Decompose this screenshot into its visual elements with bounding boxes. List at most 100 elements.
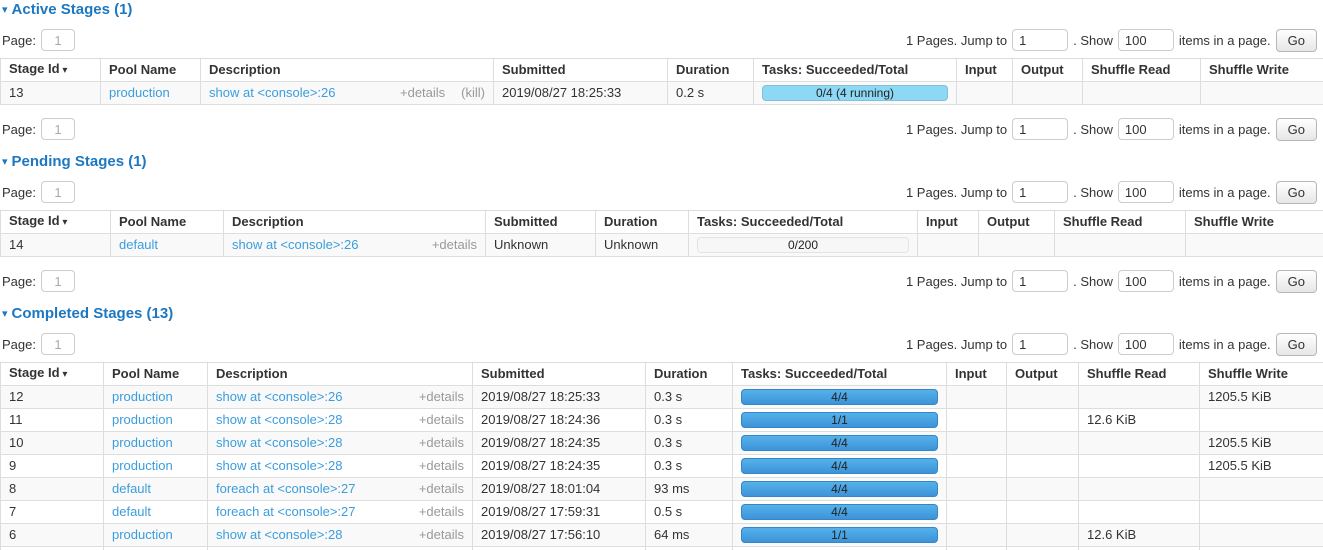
jump-to-page-input[interactable] [1012,333,1068,355]
stage-row: 11productionshow at <console>:28+details… [1,409,1323,432]
shuffle-read-cell [1079,478,1200,501]
pages-count-text: 1 Pages. Jump to [906,33,1007,48]
details-toggle[interactable]: +details [419,436,464,450]
stage-description-link[interactable]: show at <console>:26 [216,390,342,404]
stage-row: 10 production show at <console>:28 +details… [1,432,1323,455]
stage-id-cell: 8 [1,478,104,501]
submitted-cell: 2019/08/27 18:24:36 [473,409,646,432]
col-header-submitted: Submitted [486,211,596,234]
page-number-input[interactable] [41,181,75,203]
stage-description-link[interactable]: foreach at <console>:27 [216,505,356,519]
details-toggle[interactable]: +details [419,528,464,542]
stage-id-cell: 10 [1,432,104,455]
show-label: . Show [1073,274,1113,289]
sort-descending-icon: ▾ [60,65,68,76]
output-cell [1007,432,1079,455]
pool-name-link[interactable]: default [112,504,151,519]
col-header-input: Input [918,211,979,234]
jump-to-page-input[interactable] [1012,29,1068,51]
active-stages-table: Stage Id ▾Pool NameDescriptionSubmittedD… [0,58,1323,105]
page-label: Page: [2,337,36,352]
stage-description-link[interactable]: show at <console>:28 [216,436,342,450]
col-header-stage-id[interactable]: Stage Id ▾ [1,363,104,386]
pool-name-cell: default [104,478,208,501]
page-number-input[interactable] [41,270,75,292]
pool-name-cell: production [104,455,208,478]
col-header-shuffle-write: Shuffle Write [1201,59,1323,82]
pool-name-link[interactable]: production [112,412,173,427]
page-number-input[interactable] [41,333,75,355]
details-toggle[interactable]: +details [419,390,464,404]
go-button[interactable]: Go [1276,270,1317,293]
col-header-description: Description [201,59,494,82]
stage-row: 7defaultforeach at <console>:27+details2… [1,501,1323,524]
jump-to-page-input[interactable] [1012,181,1068,203]
tasks-progress-cell: 4/4 [733,455,947,478]
details-toggle[interactable]: +details [419,505,464,519]
col-header-stage-id[interactable]: Stage Id ▾ [1,59,101,82]
duration-cell: 93 ms [646,478,733,501]
show-items-input[interactable] [1118,29,1174,51]
pool-name-link[interactable]: default [112,481,151,496]
pool-name-link[interactable]: production [109,85,170,100]
output-cell [1007,524,1079,547]
shuffle-write-cell [1200,501,1323,524]
tasks-progress-cell: 4/4 [733,386,947,409]
col-header-stage-id[interactable]: Stage Id ▾ [1,211,111,234]
show-items-input[interactable] [1118,118,1174,140]
active-stages-collapse-header[interactable]: ▾Active Stages (1) [2,1,1323,18]
jump-to-page-input[interactable] [1012,270,1068,292]
completed-stages-collapse-header[interactable]: ▾Completed Stages (13) [2,305,1323,322]
stage-description-link[interactable]: show at <console>:28 [216,528,342,542]
show-items-input[interactable] [1118,333,1174,355]
details-toggle[interactable]: +details [419,459,464,473]
stage-row: 13 production show at <console>:26 +details… [1,82,1323,105]
go-button[interactable]: Go [1276,29,1317,52]
tasks-progress-bar: 4/4 [741,389,938,405]
stage-id-cell: 13 [1,82,101,105]
shuffle-write-cell [1201,82,1323,105]
shuffle-read-cell: 12.6 KiB [1079,409,1200,432]
details-toggle[interactable]: +details [400,86,445,100]
stage-description-link[interactable]: show at <console>:28 [216,459,342,473]
pool-name-link[interactable]: production [112,458,173,473]
description-cell: show at <console>:26 +details [224,234,486,257]
jump-to-page-input[interactable] [1012,118,1068,140]
items-per-page-label: items in a page. [1179,122,1271,137]
submitted-cell: 2019/08/27 18:25:33 [473,386,646,409]
description-cell: show at <console>:28+details [208,547,473,550]
go-button[interactable]: Go [1276,181,1317,204]
stage-description-link[interactable]: show at <console>:28 [216,413,342,427]
tasks-progress-bar: 4/4 [741,435,938,451]
col-header-shuffle-write: Shuffle Write [1200,363,1323,386]
stage-description-link[interactable]: show at <console>:26 [232,238,358,252]
duration-cell: Unknown [596,234,689,257]
pool-name-link[interactable]: production [112,527,173,542]
pagination-bar: Page: 1 Pages. Jump to . Show items in a… [2,332,1317,356]
page-number-input[interactable] [41,29,75,51]
stage-row: 9productionshow at <console>:28+details2… [1,455,1323,478]
col-header-pool-name: Pool Name [101,59,201,82]
details-toggle[interactable]: +details [432,238,477,252]
completed-stages-section: ▾Completed Stages (13) Page: 1 Pages. Ju… [0,305,1323,550]
col-header-submitted: Submitted [473,363,646,386]
stage-description-link[interactable]: show at <console>:26 [209,86,335,100]
pool-name-link[interactable]: production [112,435,173,450]
page-label: Page: [2,122,36,137]
pool-name-link[interactable]: production [112,389,173,404]
show-items-input[interactable] [1118,270,1174,292]
page-number-input[interactable] [41,118,75,140]
input-cell [947,478,1007,501]
col-header-duration: Duration [668,59,754,82]
details-toggle[interactable]: +details [419,482,464,496]
col-header-shuffle-write: Shuffle Write [1186,211,1323,234]
show-items-input[interactable] [1118,181,1174,203]
output-cell [1007,409,1079,432]
go-button[interactable]: Go [1276,118,1317,141]
pool-name-link[interactable]: default [119,237,158,252]
kill-link[interactable]: (kill) [461,86,485,100]
details-toggle[interactable]: +details [419,413,464,427]
pending-stages-collapse-header[interactable]: ▾Pending Stages (1) [2,153,1323,170]
stage-description-link[interactable]: foreach at <console>:27 [216,482,356,496]
go-button[interactable]: Go [1276,333,1317,356]
